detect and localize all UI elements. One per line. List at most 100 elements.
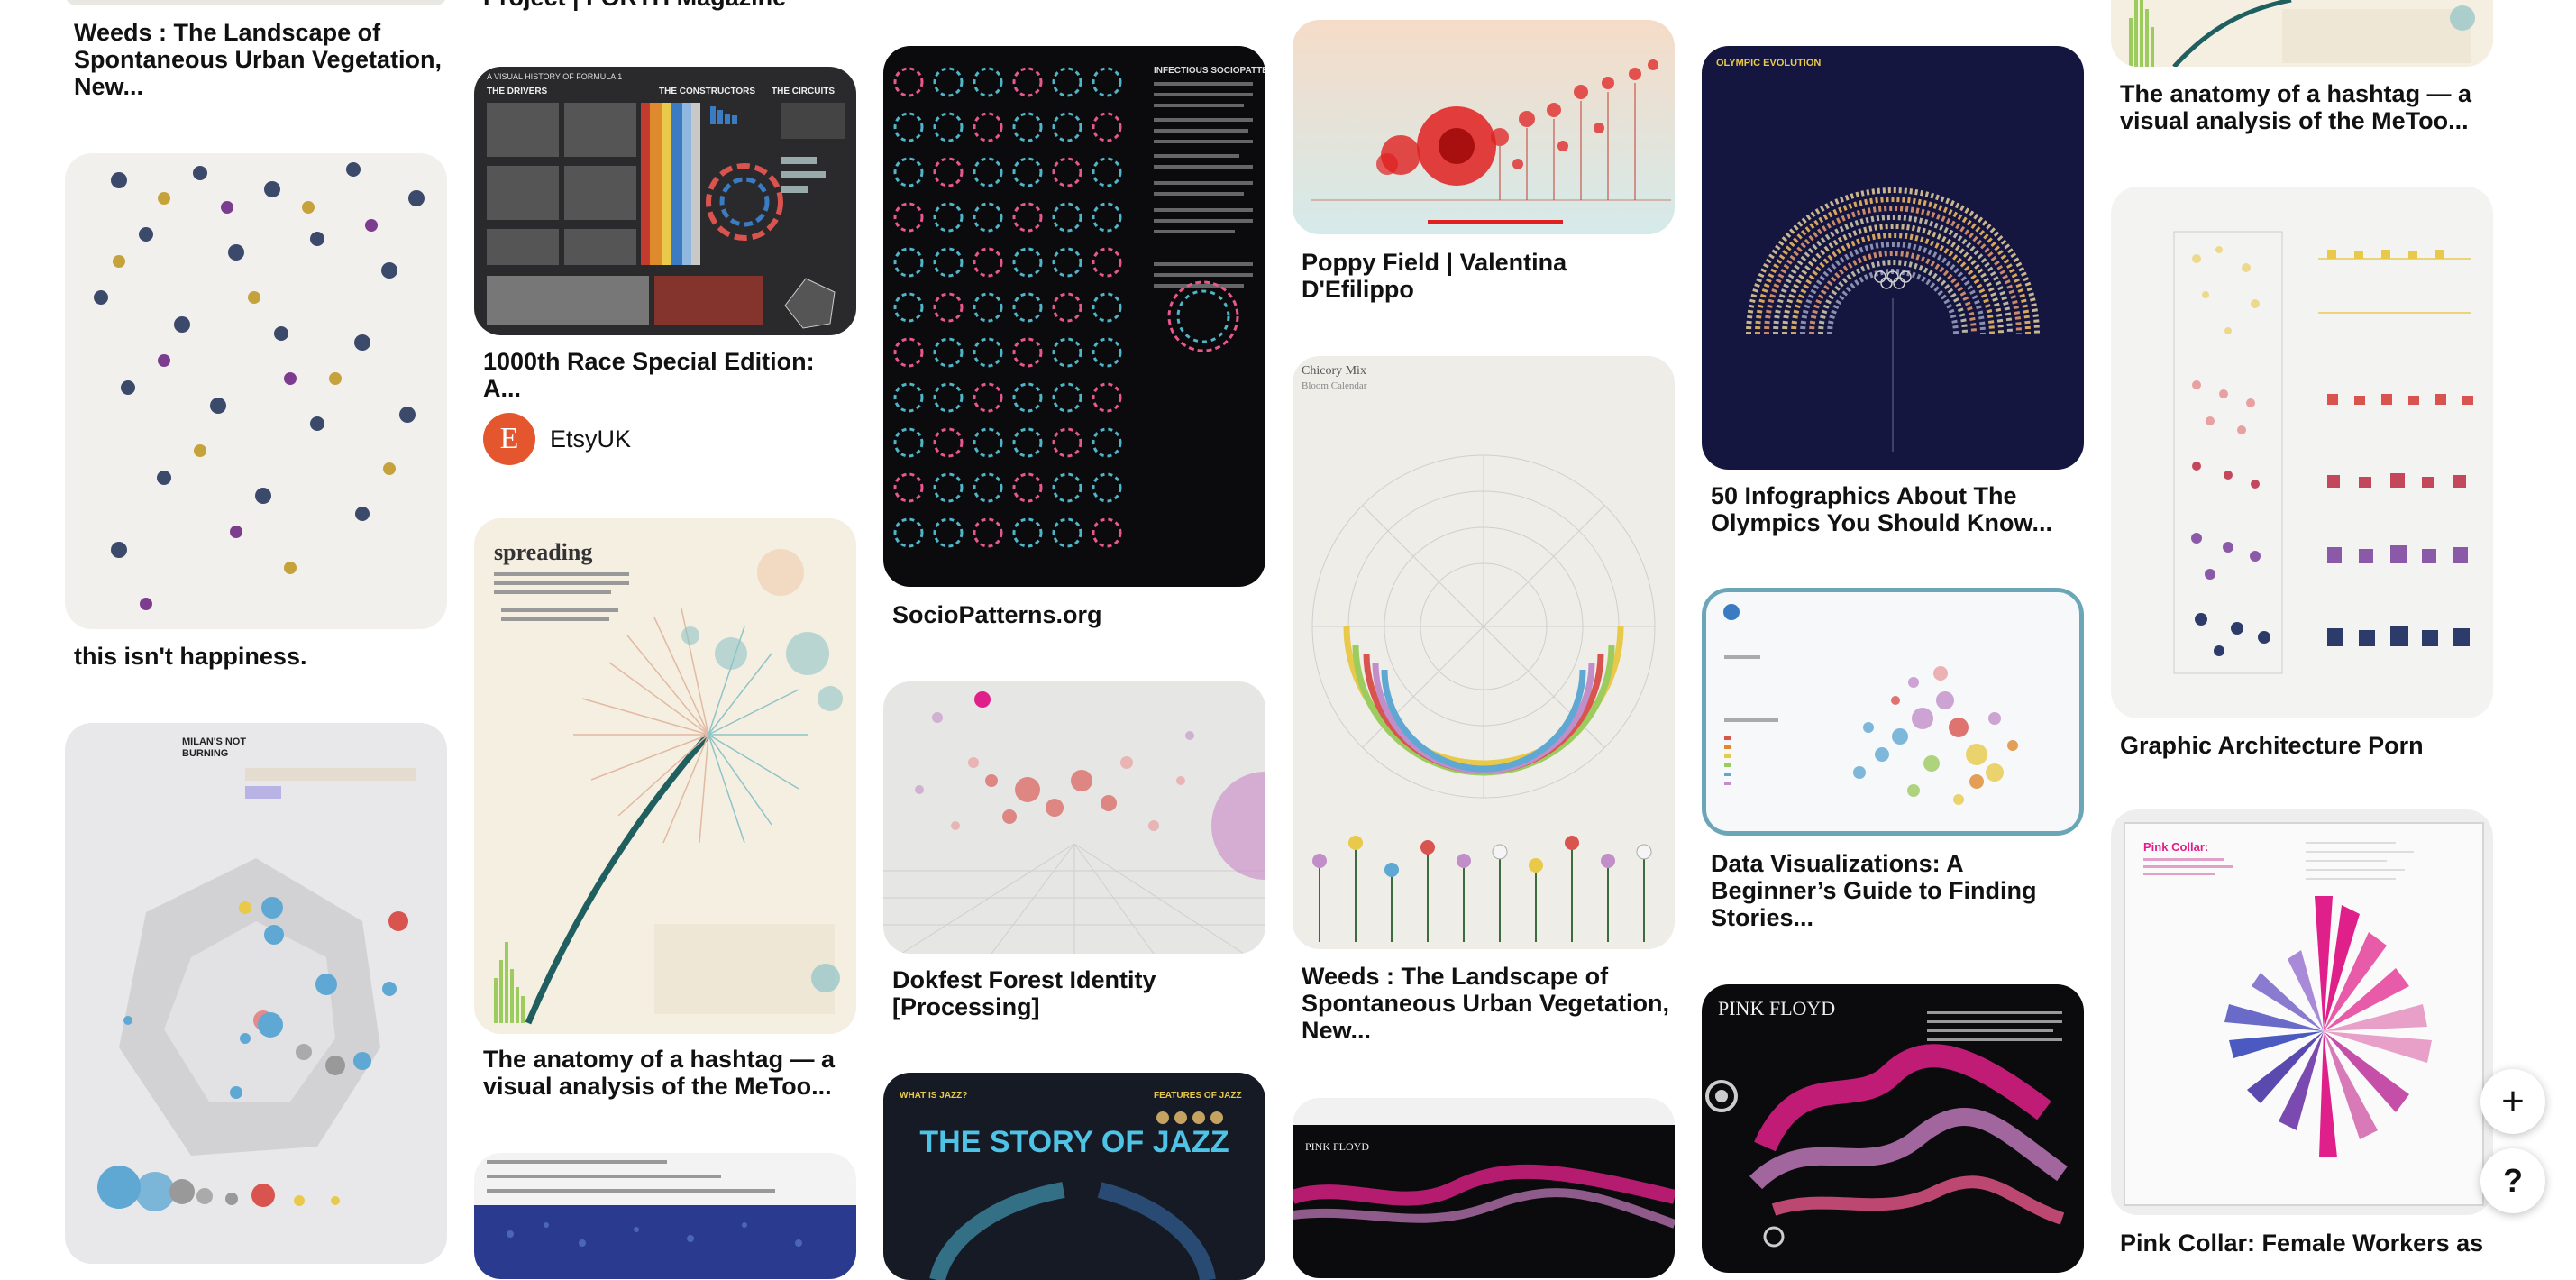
pin-image-pink-floyd-c5[interactable]: PINK FLOYD xyxy=(1702,984,2084,1273)
socio-motif xyxy=(1052,472,1082,503)
formula1-infographic: A VISUAL HISTORY OF FORMULA 1 THE DRIVER… xyxy=(487,72,845,329)
socio-motif xyxy=(1012,382,1043,413)
pin-image-pink-floyd-c4[interactable]: PINK FLOYD xyxy=(1293,1098,1675,1278)
pin-title-pink-collar[interactable]: Pink Collar: Female Workers as xyxy=(2120,1230,2498,1257)
pin-title-weeds-top[interactable]: Weeds : The Landscape of Spontaneous Urb… xyxy=(74,19,452,100)
pin-title-1000th-race[interactable]: 1000th Race Special Edition: A... xyxy=(483,348,862,402)
pin-title-weeds-c4[interactable]: Weeds : The Landscape of Spontaneous Urb… xyxy=(1302,963,1680,1044)
socio-motif xyxy=(933,382,964,413)
jazz-graphic: THE STORY OF JAZZ WHAT IS JAZZ? FEATURES… xyxy=(900,1091,1242,1280)
socio-motif xyxy=(1012,157,1043,187)
socio-motif xyxy=(893,202,924,233)
pin-image-chicory-mix[interactable]: Chicory Mix Bloom Calendar xyxy=(1293,356,1675,949)
socio-motif xyxy=(1092,472,1122,503)
pin-title-happiness[interactable]: this isn't happiness. xyxy=(74,643,452,670)
socio-motif xyxy=(1092,292,1122,323)
svg-text:WHAT IS JAZZ?: WHAT IS JAZZ? xyxy=(900,1091,967,1101)
socio-motif xyxy=(1012,427,1043,458)
svg-text:Chicory Mix: Chicory Mix xyxy=(1302,364,1366,378)
socio-motif xyxy=(933,292,964,323)
pink-collar-radial-chart: Pink Collar: xyxy=(2143,840,2432,1157)
socio-motif xyxy=(893,292,924,323)
socio-motif xyxy=(973,202,1003,233)
socio-motif xyxy=(893,112,924,142)
pin-title-forth[interactable]: Project | FORTH Magazine xyxy=(483,0,862,11)
socio-motif xyxy=(973,517,1003,548)
socio-motif xyxy=(933,247,964,278)
socio-motif xyxy=(933,157,964,187)
plant-columns-graphic xyxy=(2173,231,2473,674)
socio-motif xyxy=(933,337,964,368)
socio-motif xyxy=(1092,337,1122,368)
dokfest-graphic xyxy=(883,691,1265,954)
socio-motif xyxy=(973,382,1003,413)
pin-image-dokfest[interactable] xyxy=(883,681,1265,954)
socio-motif xyxy=(973,472,1003,503)
socio-motif xyxy=(893,337,924,368)
pin-image-poppy-field[interactable] xyxy=(1293,20,1675,234)
socio-motif xyxy=(893,157,924,187)
socio-motif xyxy=(1052,247,1082,278)
socio-motif xyxy=(973,112,1003,142)
chicory-bloom-calendar: Chicory Mix Bloom Calendar xyxy=(1302,364,1656,942)
pin-title-hashtag-c6[interactable]: The anatomy of a hashtag — a visual anal… xyxy=(2120,80,2498,134)
pink-floyd-graphic: PINK FLOYD xyxy=(1293,1125,1675,1278)
pin-image-graphic-architecture[interactable] xyxy=(2111,187,2493,718)
socio-motif xyxy=(1012,247,1043,278)
socio-motif xyxy=(1092,517,1122,548)
socio-motif xyxy=(1052,112,1082,142)
hashtag-top-crop xyxy=(2129,0,2475,67)
pin-title-sociopatterns[interactable]: SocioPatterns.org xyxy=(892,601,1271,628)
pin-title-graphic-architecture[interactable]: Graphic Architecture Porn xyxy=(2120,732,2498,759)
pin-title-dokfest[interactable]: Dokfest Forest Identity [Processing] xyxy=(892,966,1271,1020)
pin-image-formula1[interactable]: A VISUAL HISTORY OF FORMULA 1 THE DRIVER… xyxy=(474,67,856,335)
pin-title-data-viz-guide[interactable]: Data Visualizations: A Beginner’s Guide … xyxy=(1711,850,2089,931)
pin-title-poppy-field[interactable]: Poppy Field | Valentina D'Efilippo xyxy=(1302,249,1680,303)
socio-motif xyxy=(973,292,1003,323)
socio-motif xyxy=(933,517,964,548)
socio-motif xyxy=(893,67,924,97)
avatar: E xyxy=(483,413,535,465)
data-viz-frame xyxy=(1706,592,2079,831)
svg-text:BURNING: BURNING xyxy=(182,748,228,759)
help-button[interactable]: ? xyxy=(2480,1148,2545,1213)
pin-image-jazz[interactable]: THE STORY OF JAZZ WHAT IS JAZZ? FEATURES… xyxy=(883,1073,1265,1280)
socio-motif xyxy=(973,427,1003,458)
socio-motif xyxy=(1052,427,1082,458)
socio-motif xyxy=(933,112,964,142)
pin-image-weeds-top[interactable] xyxy=(65,0,447,5)
svg-text:THE CIRCUITS: THE CIRCUITS xyxy=(772,87,835,96)
socio-motif xyxy=(1052,382,1082,413)
pin-image-sociopatterns[interactable]: INFECTIOUS SOCIOPATTERNS xyxy=(883,46,1265,587)
pin-image-hashtag-c6[interactable] xyxy=(2111,0,2493,67)
socio-motif xyxy=(1052,517,1082,548)
pin-title-hashtag-c2[interactable]: The anatomy of a hashtag — a visual anal… xyxy=(483,1046,862,1100)
pin-title-olympics[interactable]: 50 Infographics About The Olympics You S… xyxy=(1711,482,2089,536)
socio-motif xyxy=(933,67,964,97)
pin-image-pink-collar[interactable]: Pink Collar: xyxy=(2111,809,2493,1215)
socio-motif xyxy=(933,472,964,503)
pin-image-people[interactable] xyxy=(65,153,447,629)
socio-motif xyxy=(893,247,924,278)
data-viz-bubbles xyxy=(1723,604,2018,805)
socio-motif xyxy=(1092,112,1122,142)
socio-motif xyxy=(1012,112,1043,142)
socio-motif xyxy=(893,382,924,413)
socio-motif xyxy=(973,67,1003,97)
socio-motif xyxy=(1092,382,1122,413)
add-button[interactable]: + xyxy=(2480,1069,2545,1134)
pin-image-hashtag[interactable]: spreading xyxy=(474,518,856,1034)
pin-source-etsyuk[interactable]: E EtsyUK xyxy=(483,413,631,465)
socio-motif xyxy=(1012,337,1043,368)
people-illustration xyxy=(94,162,425,610)
pin-image-olympic-evolution[interactable]: OLYMPIC EVOLUTION xyxy=(1702,46,2084,470)
pin-image-milan-chart[interactable]: MILAN'S NOT BURNING xyxy=(65,723,447,1264)
socio-motif xyxy=(1092,157,1122,187)
socio-motif xyxy=(1012,472,1043,503)
pin-image-data-viz-guide[interactable] xyxy=(1702,588,2084,836)
pin-image-johanna[interactable] xyxy=(474,1153,856,1279)
svg-text:THE STORY OF JAZZ: THE STORY OF JAZZ xyxy=(919,1125,1229,1159)
socio-motif xyxy=(893,427,924,458)
socio-motif xyxy=(1012,292,1043,323)
sociopatterns-graphic: INFECTIOUS SOCIOPATTERNS xyxy=(893,66,1265,548)
